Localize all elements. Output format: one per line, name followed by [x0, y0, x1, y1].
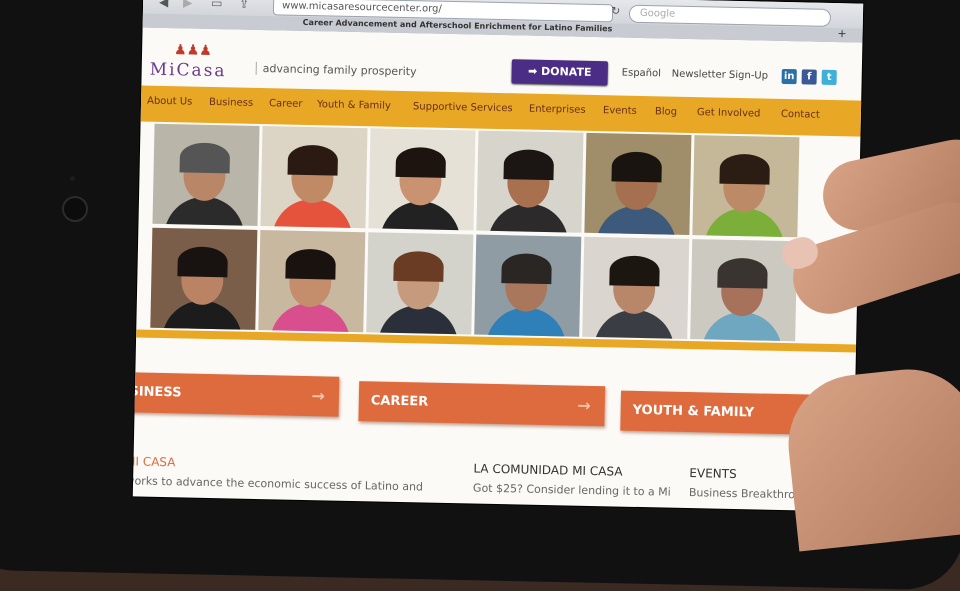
back-icon[interactable]: ◀ — [159, 0, 169, 9]
family-logo-icon: ♟♟♟ — [173, 42, 212, 59]
photo-tile — [692, 135, 800, 238]
promo-label: YOUTH & FAMILY — [632, 402, 755, 421]
camera-icon — [70, 176, 75, 181]
donate-label: DONATE — [540, 64, 592, 79]
nav-about-us[interactable]: About Us — [147, 96, 193, 108]
new-tab-button[interactable]: + — [837, 27, 846, 40]
promo-label: CAREER — [370, 393, 429, 410]
comunidad-text: Got $25? Consider lending it to a Mi — [472, 481, 671, 499]
nav-supportive-services[interactable]: Supportive Services — [413, 101, 513, 114]
bookmarks-icon[interactable]: ▭ — [211, 0, 223, 10]
nav-enterprises[interactable]: Enterprises — [529, 104, 586, 116]
photo-tile — [368, 128, 476, 231]
comunidad-heading[interactable]: LA COMUNIDAD MI CASA — [473, 462, 622, 479]
logo-text: MiCasa — [149, 59, 227, 82]
linkedin-icon[interactable]: in — [781, 68, 797, 85]
photo-tile — [476, 130, 584, 233]
share-icon[interactable]: ⇪ — [239, 0, 249, 11]
nav-get-involved[interactable]: Get Involved — [697, 107, 761, 119]
photo-grid — [136, 123, 860, 353]
events-heading[interactable]: EVENTS — [689, 466, 737, 481]
career-promo-button[interactable]: CAREER → — [358, 381, 606, 427]
nav-career[interactable]: Career — [269, 98, 303, 110]
home-button-icon[interactable] — [62, 196, 88, 222]
tagline: advancing family prosperity — [255, 61, 417, 79]
forward-icon[interactable]: ▶ — [183, 0, 193, 10]
photo-tile — [150, 227, 258, 330]
nav-business[interactable]: Business — [209, 97, 253, 109]
photo-tile — [260, 126, 368, 229]
about-text: Mi Casa works to advance the economic su… — [132, 473, 424, 494]
photo-tile — [474, 234, 582, 337]
facebook-icon[interactable]: f — [801, 69, 817, 85]
tablet-screen: ◀ ▶ ▭ ⇪ www.micasaresourcecenter.org/ ↻ … — [132, 0, 864, 512]
business-promo-button[interactable]: BUSINESS → — [132, 371, 340, 417]
arrow-right-icon: → — [311, 386, 326, 406]
photo-tile — [582, 236, 690, 339]
nav-blog[interactable]: Blog — [655, 106, 677, 117]
nav-contact[interactable]: Contact — [781, 109, 820, 121]
nav-events[interactable]: Events — [603, 105, 637, 117]
about-heading[interactable]: ABOUT MI CASA — [133, 453, 176, 469]
photo-tile — [366, 232, 474, 335]
arrow-right-icon: → — [577, 395, 591, 415]
donate-arrow-icon: ➡ — [527, 64, 542, 78]
donate-button[interactable]: ➡ DONATE — [511, 59, 608, 86]
nav-youth-family[interactable]: Youth & Family — [317, 99, 391, 112]
twitter-icon[interactable]: t — [821, 69, 837, 86]
photo-tile — [258, 230, 366, 333]
newsletter-link[interactable]: Newsletter Sign-Up — [672, 69, 769, 82]
espanol-link[interactable]: Español — [622, 68, 661, 80]
photo-tile — [152, 123, 260, 226]
promo-label: BUSINESS — [132, 383, 182, 401]
photo-tile — [584, 132, 692, 236]
reload-icon[interactable]: ↻ — [611, 4, 620, 17]
